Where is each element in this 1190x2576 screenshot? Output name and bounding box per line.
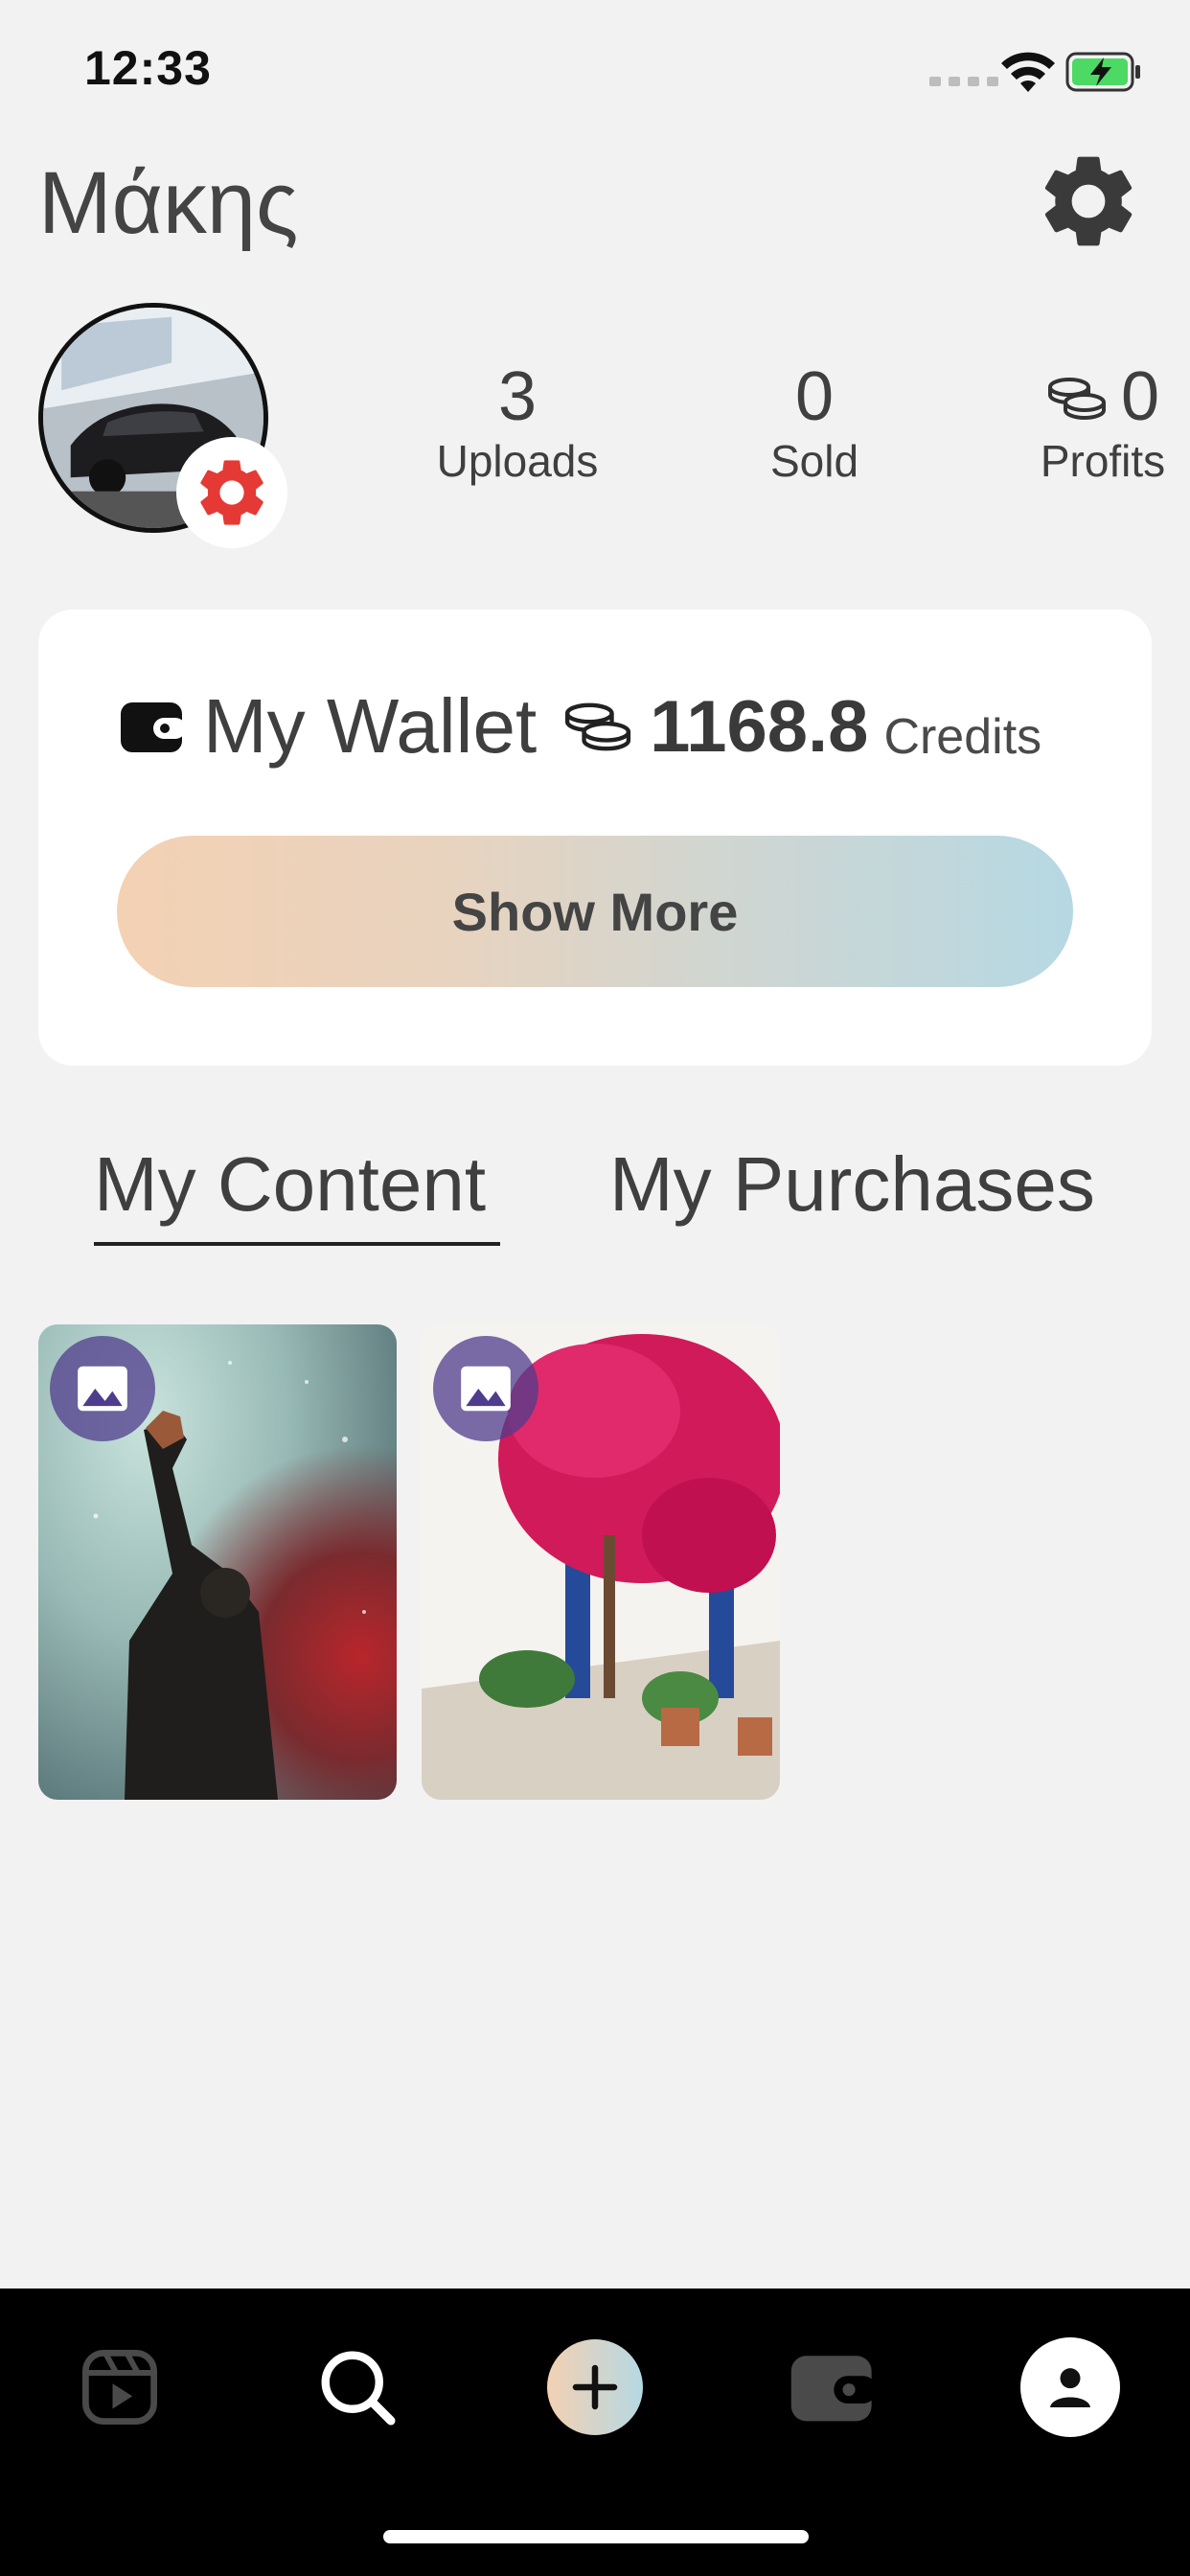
profile-icon	[1020, 2337, 1120, 2437]
wifi-icon	[1001, 52, 1055, 92]
coins-icon	[1047, 378, 1106, 420]
stat-label: Profits	[1040, 436, 1166, 486]
image-type-badge	[433, 1336, 538, 1441]
stat-sold[interactable]: 0 Sold	[728, 362, 901, 487]
stat-value: 0	[1120, 358, 1160, 435]
edit-avatar-button[interactable]	[176, 437, 287, 548]
nav-wallet[interactable]	[780, 2334, 885, 2440]
tab-my-content[interactable]: My Content	[94, 1140, 486, 1229]
search-icon	[321, 2351, 396, 2426]
cellular-signal-icon	[929, 77, 998, 86]
home-indicator	[383, 2530, 809, 2543]
stat-label: Uploads	[436, 436, 599, 486]
stat-uploads[interactable]: 3 Uploads	[412, 362, 623, 487]
status-time: 12:33	[84, 41, 212, 95]
wallet-summary: My Wallet 1168.8 Credits	[119, 682, 1077, 770]
nav-reels[interactable]	[67, 2334, 172, 2440]
gear-icon	[200, 460, 263, 525]
wallet-icon	[121, 702, 186, 752]
image-icon	[461, 1366, 511, 1412]
gear-icon	[1044, 156, 1133, 246]
page-title: Μάκης	[38, 154, 299, 252]
stat-label: Sold	[769, 436, 859, 486]
wallet-icon	[790, 2356, 877, 2422]
active-tab-indicator	[94, 1242, 500, 1246]
stat-value-row: 0	[1016, 362, 1190, 431]
content-item[interactable]	[38, 1324, 397, 1800]
image-icon	[78, 1366, 127, 1412]
wallet-unit: Credits	[883, 709, 1042, 765]
stat-profits[interactable]: 0 Profits	[1016, 362, 1190, 487]
content-item[interactable]	[422, 1324, 780, 1800]
show-more-button[interactable]: Show More	[117, 836, 1073, 987]
wallet-amount: 1168.8	[650, 685, 869, 768]
coins-icon	[565, 702, 631, 751]
stat-value: 3	[497, 358, 538, 435]
nav-search[interactable]	[305, 2334, 410, 2440]
add-icon	[547, 2339, 643, 2435]
battery-charging-icon	[1065, 52, 1140, 92]
image-type-badge	[50, 1336, 155, 1441]
nav-profile[interactable]	[1018, 2334, 1123, 2440]
reels-icon	[82, 2350, 157, 2425]
wallet-title: My Wallet	[203, 683, 538, 769]
settings-button[interactable]	[1033, 146, 1144, 257]
nav-add-button[interactable]	[542, 2334, 648, 2440]
tab-my-purchases[interactable]: My Purchases	[609, 1140, 1095, 1229]
stat-value: 0	[794, 358, 835, 435]
